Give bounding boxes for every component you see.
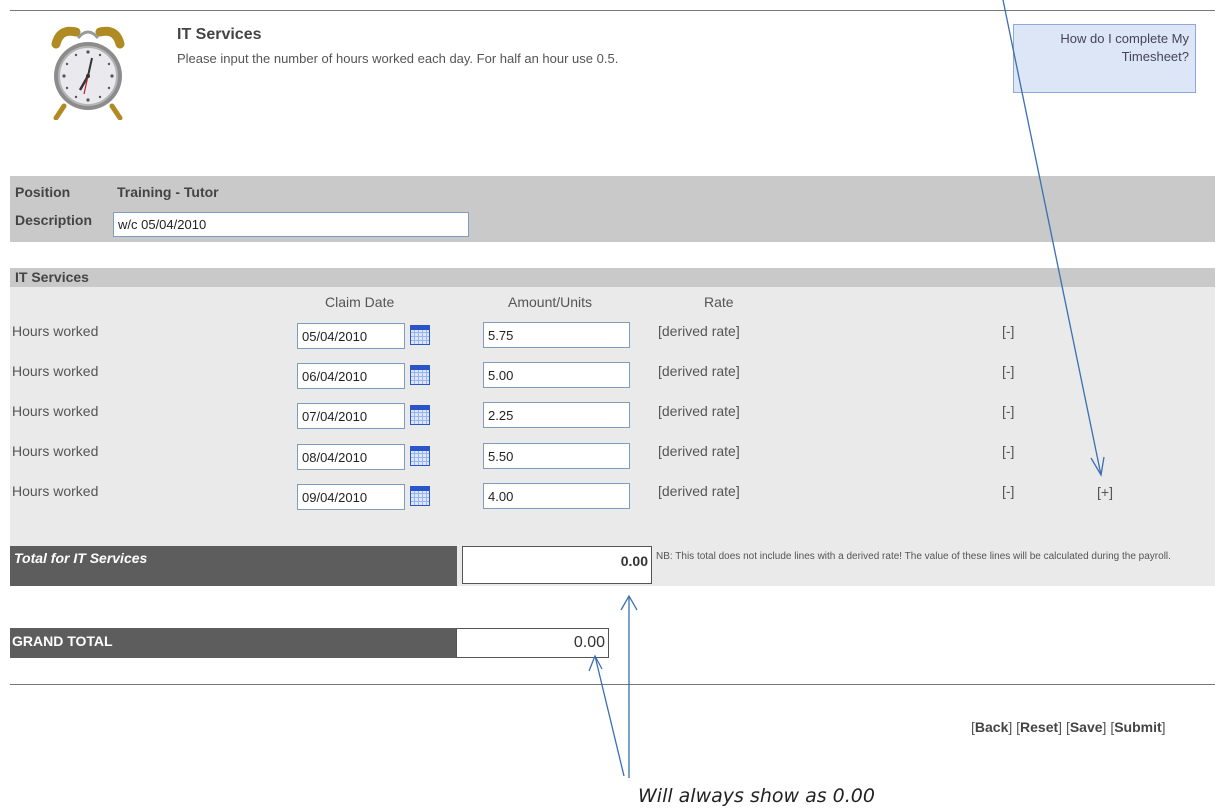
bottom-divider — [10, 684, 1215, 685]
arrowhead-grand — [588, 654, 603, 672]
grand-total-label: GRAND TOTAL — [12, 633, 113, 649]
row-label: Hours worked — [12, 403, 99, 419]
add-row-link[interactable]: [+] — [1097, 484, 1113, 500]
submit-link[interactable]: Submit — [1114, 719, 1161, 735]
annotation-note: Will always show as 0.00 — [638, 785, 875, 807]
claim-date-input[interactable] — [297, 444, 405, 470]
col-amount: Amount/Units — [508, 294, 593, 310]
section-header-bar: IT Services — [10, 268, 1215, 287]
instructions-text: Please input the number of hours worked … — [177, 51, 619, 66]
amount-input[interactable] — [483, 362, 630, 388]
remove-row-link[interactable]: [-] — [1002, 483, 1014, 499]
amount-input[interactable] — [483, 402, 630, 428]
amount-input[interactable] — [483, 483, 630, 509]
rate-text: [derived rate] — [658, 443, 740, 459]
alarm-clock-icon — [48, 24, 128, 121]
col-rate: Rate — [704, 294, 734, 310]
section-total-value: 0.00 — [462, 546, 652, 584]
remove-row-link[interactable]: [-] — [1002, 323, 1014, 339]
row-label: Hours worked — [12, 483, 99, 499]
row-label: Hours worked — [12, 363, 99, 379]
col-claim-date: Claim Date — [325, 294, 395, 310]
claim-date-input[interactable] — [297, 363, 405, 389]
total-note: NB: This total does not include lines wi… — [656, 551, 1171, 562]
rate-text: [derived rate] — [658, 483, 740, 499]
save-link[interactable]: Save — [1070, 719, 1103, 735]
calendar-icon[interactable] — [410, 365, 430, 385]
description-input[interactable] — [113, 212, 469, 237]
top-divider — [10, 10, 1215, 11]
page-title: IT Services — [177, 26, 262, 43]
remove-row-link[interactable]: [-] — [1002, 443, 1014, 459]
calendar-icon[interactable] — [410, 325, 430, 345]
amount-input[interactable] — [483, 443, 630, 469]
calendar-icon[interactable] — [410, 486, 430, 506]
remove-row-link[interactable]: [-] — [1002, 403, 1014, 419]
grand-total-value: 0.00 — [456, 628, 609, 658]
section-title: IT Services — [15, 269, 89, 285]
description-label: Description — [15, 212, 93, 228]
rate-text: [derived rate] — [658, 363, 740, 379]
arrow-line-grand — [594, 655, 625, 777]
row-label: Hours worked — [12, 323, 99, 339]
grand-total-band: GRAND TOTAL — [10, 628, 456, 658]
claim-date-input[interactable] — [297, 403, 405, 429]
arrowhead-total — [620, 594, 638, 611]
row-label: Hours worked — [12, 443, 99, 459]
rate-text: [derived rate] — [658, 323, 740, 339]
claim-date-input[interactable] — [297, 484, 405, 510]
position-label: Position — [15, 184, 71, 200]
rate-text: [derived rate] — [658, 403, 740, 419]
section-total-band: Total for IT Services — [10, 546, 457, 586]
section-total-label: Total for IT Services — [14, 550, 148, 566]
amount-input[interactable] — [483, 322, 630, 348]
calendar-icon[interactable] — [410, 405, 430, 425]
back-link[interactable]: Back — [975, 719, 1008, 735]
remove-row-link[interactable]: [-] — [1002, 363, 1014, 379]
position-value: Training - Tutor — [117, 184, 219, 200]
reset-link[interactable]: Reset — [1020, 719, 1058, 735]
claim-date-input[interactable] — [297, 323, 405, 349]
calendar-icon[interactable] — [410, 446, 430, 466]
action-links: [Back] [Reset] [Save] [Submit] — [971, 719, 1166, 735]
help-link[interactable]: How do I complete My Timesheet? — [1013, 24, 1196, 93]
